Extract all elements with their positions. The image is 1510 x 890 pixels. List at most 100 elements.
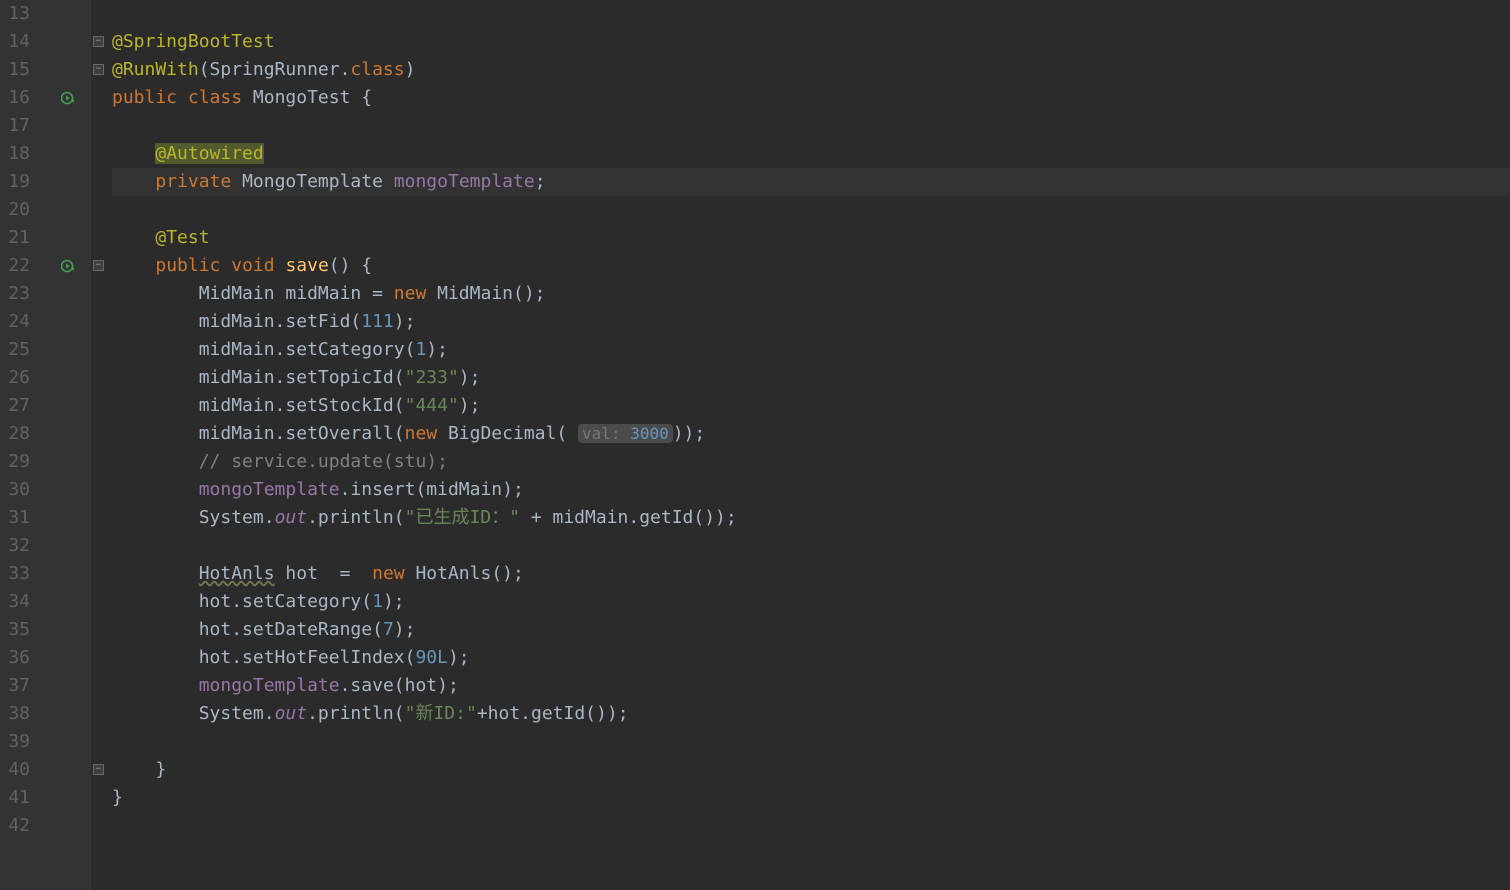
code-line[interactable]: public void save() {	[112, 252, 1510, 280]
line-number: 18	[0, 140, 30, 168]
line-number: 20	[0, 196, 30, 224]
string: "已生成ID："	[405, 507, 520, 528]
code-text: + midMain.getId());	[520, 507, 737, 528]
code-text: hot =	[275, 563, 373, 584]
line-number: 36	[0, 644, 30, 672]
code-line[interactable]	[112, 112, 1510, 140]
line-number: 34	[0, 588, 30, 616]
fold-toggle[interactable]: −	[93, 260, 104, 271]
line-number: 25	[0, 336, 30, 364]
code-line[interactable]: MidMain midMain = new MidMain();	[112, 280, 1510, 308]
line-number: 22	[0, 252, 30, 280]
line-number: 16	[0, 84, 30, 112]
code-line[interactable]: mongoTemplate.save(hot);	[112, 672, 1510, 700]
line-number: 27	[0, 392, 30, 420]
code-line[interactable]: @Autowired	[112, 140, 1510, 168]
code-text: .save(hot);	[340, 675, 459, 696]
code-text: .println(	[307, 507, 405, 528]
number: 111	[361, 311, 394, 332]
method-name: save	[285, 255, 328, 276]
line-number: 41	[0, 784, 30, 812]
line-number: 40	[0, 756, 30, 784]
brace: }	[112, 787, 123, 808]
code-line[interactable]: }	[112, 756, 1510, 784]
keyword: new	[372, 563, 405, 584]
code-text: midMain.setOverall(	[199, 423, 405, 444]
code-line[interactable]: System.out.println("新ID:"+hot.getId());	[112, 700, 1510, 728]
code-line[interactable]: public class MongoTest {	[112, 84, 1510, 112]
annotation: @Autowired	[155, 143, 263, 164]
line-number: 38	[0, 700, 30, 728]
line-number: 19	[0, 168, 30, 196]
brace: {	[350, 87, 372, 108]
code-text: );	[394, 311, 416, 332]
code-text: midMain.setFid(	[199, 311, 362, 332]
code-line[interactable]	[112, 728, 1510, 756]
field: mongoTemplate	[394, 171, 535, 192]
code-text: .insert(midMain);	[340, 479, 524, 500]
code-text: );	[383, 591, 405, 612]
code-text: HotAnls();	[405, 563, 524, 584]
line-number: 23	[0, 280, 30, 308]
keyword: public	[155, 255, 220, 276]
run-test-marker[interactable]	[58, 84, 82, 112]
code-line[interactable]: mongoTemplate.insert(midMain);	[112, 476, 1510, 504]
code-line[interactable]: System.out.println("已生成ID：" + midMain.ge…	[112, 504, 1510, 532]
number: 90L	[415, 647, 448, 668]
line-number: 32	[0, 532, 30, 560]
annotation: @Test	[155, 227, 209, 248]
string: "233"	[405, 367, 459, 388]
code-line[interactable]: midMain.setCategory(1);	[112, 336, 1510, 364]
line-number: 17	[0, 112, 30, 140]
line-number: 31	[0, 504, 30, 532]
code-line[interactable]: hot.setDateRange(7);	[112, 616, 1510, 644]
fold-toggle[interactable]: −	[93, 36, 104, 47]
marker-column	[50, 0, 90, 890]
line-number: 37	[0, 672, 30, 700]
code-line[interactable]: hot.setHotFeelIndex(90L);	[112, 644, 1510, 672]
static-field: out	[275, 703, 308, 724]
code-line[interactable]: midMain.setTopicId("233");	[112, 364, 1510, 392]
code-text: );	[459, 395, 481, 416]
code-line[interactable]: midMain.setOverall(new BigDecimal( val: …	[112, 420, 1510, 448]
keyword: private	[155, 171, 231, 192]
code-text: hot.setCategory(	[199, 591, 372, 612]
fold-toggle[interactable]: −	[93, 64, 104, 75]
code-line[interactable]: hot.setCategory(1);	[112, 588, 1510, 616]
line-number: 21	[0, 224, 30, 252]
code-line[interactable]	[112, 532, 1510, 560]
line-number: 15	[0, 56, 30, 84]
line-number: 26	[0, 364, 30, 392]
code-line-current[interactable]: private MongoTemplate mongoTemplate;	[112, 168, 1510, 196]
code-text: MidMain();	[426, 283, 545, 304]
code-line[interactable]: HotAnls hot = new HotAnls();	[112, 560, 1510, 588]
code-text: midMain.setCategory(	[199, 339, 416, 360]
code-line[interactable]: // service.update(stu);	[112, 448, 1510, 476]
type: MongoTemplate	[242, 171, 383, 192]
code-line[interactable]: @SpringBootTest	[112, 28, 1510, 56]
line-number: 13	[0, 0, 30, 28]
fold-toggle[interactable]: −	[93, 764, 104, 775]
code-text: +hot.getId());	[477, 703, 629, 724]
code-text: );	[459, 367, 481, 388]
code-area[interactable]: @SpringBootTest @RunWith(SpringRunner.cl…	[106, 0, 1510, 890]
code-line[interactable]	[112, 0, 1510, 28]
code-text: midMain.setTopicId(	[199, 367, 405, 388]
keyword: class	[350, 59, 404, 80]
line-number: 24	[0, 308, 30, 336]
code-text: );	[426, 339, 448, 360]
keyword: new	[405, 423, 438, 444]
code-text: );	[394, 619, 416, 640]
code-line[interactable]: midMain.setStockId("444");	[112, 392, 1510, 420]
code-line[interactable]	[112, 812, 1510, 840]
line-number: 29	[0, 448, 30, 476]
code-line[interactable]: }	[112, 784, 1510, 812]
code-line[interactable]: @RunWith(SpringRunner.class)	[112, 56, 1510, 84]
run-test-marker[interactable]	[58, 252, 82, 280]
code-line[interactable]: @Test	[112, 224, 1510, 252]
code-text: BigDecimal(	[437, 423, 578, 444]
code-line[interactable]	[112, 196, 1510, 224]
annotation: @SpringBootTest	[112, 31, 275, 52]
code-line[interactable]: midMain.setFid(111);	[112, 308, 1510, 336]
line-number: 14	[0, 28, 30, 56]
